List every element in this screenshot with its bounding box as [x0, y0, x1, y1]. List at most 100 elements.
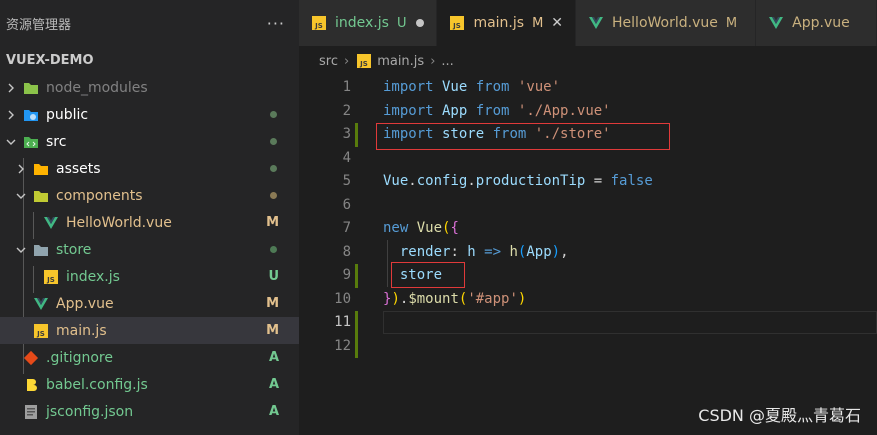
code-token: '#app': [467, 290, 518, 307]
js-file-icon: JS: [311, 15, 327, 31]
line-number-gutter: 1 2 3 4 5 6 7 8 9 10 11 12: [299, 76, 351, 358]
tab-app-vue[interactable]: App.vue: [756, 0, 877, 46]
code-token: .: [408, 173, 417, 189]
code-token: {: [450, 220, 459, 236]
line-number: 4: [342, 149, 351, 166]
code-token: ): [391, 290, 400, 307]
babel-file-icon: [22, 377, 40, 393]
breadcrumb: src › JS main.js › ...: [299, 46, 877, 76]
tree-item-label: assets: [56, 160, 101, 177]
code-token: import: [383, 102, 434, 119]
tree-item-gitignore[interactable]: .gitignore A: [0, 344, 299, 371]
tree-item-jsconfig[interactable]: jsconfig.json A: [0, 398, 299, 425]
git-added-marker: [355, 264, 358, 288]
breadcrumb-symbols[interactable]: ...: [441, 54, 453, 69]
components-folder-icon: [32, 188, 50, 204]
line-number: 6: [342, 196, 351, 213]
code-line[interactable]: import App from './App.vue': [383, 100, 877, 124]
tab-main-js[interactable]: JS main.js M ✕: [437, 0, 577, 46]
line-number: 5: [342, 173, 351, 189]
code-token: $mount: [408, 290, 459, 307]
tree-item-label: .gitignore: [46, 349, 113, 366]
code-token: =>: [484, 243, 502, 260]
code-token: './App.vue': [517, 102, 611, 119]
tab-helloworld-vue[interactable]: HelloWorld.vue M: [576, 0, 757, 46]
git-file-icon: [22, 350, 40, 366]
code-line[interactable]: import Vue from 'vue': [383, 76, 877, 100]
explorer-title: 资源管理器: [6, 17, 72, 33]
tab-index-js[interactable]: JS index.js U: [299, 0, 438, 46]
tree-item-src[interactable]: src: [0, 128, 299, 155]
chevron-down-icon: [14, 189, 28, 203]
breadcrumb-file[interactable]: main.js: [377, 54, 424, 69]
tree-item-main-js[interactable]: JS main.js M: [0, 317, 299, 344]
code-token: render: [383, 243, 451, 260]
code-lines[interactable]: import Vue from 'vue' import App from './…: [383, 76, 877, 358]
changes-dot-icon: [270, 138, 277, 145]
git-added-marker: [355, 123, 358, 147]
code-line[interactable]: [383, 311, 877, 335]
tree-item-label: jsconfig.json: [46, 403, 134, 420]
project-root[interactable]: VUEX-DEMO: [0, 46, 299, 74]
chevron-right-icon: ›: [430, 53, 436, 69]
tree-item-node-modules[interactable]: node_modules: [0, 74, 299, 101]
tree-item-components[interactable]: components: [0, 182, 299, 209]
code-token: h: [509, 243, 518, 260]
tree-item-app-vue[interactable]: App.vue M: [0, 290, 299, 317]
chevron-down-icon: [14, 243, 28, 257]
tree-item-public[interactable]: public: [0, 101, 299, 128]
vue-file-icon: [42, 215, 60, 231]
tree-item-label: public: [46, 106, 89, 123]
js-file-icon: JS: [42, 269, 60, 285]
code-line[interactable]: [383, 194, 877, 218]
code-token: productionTip: [475, 173, 586, 189]
code-line[interactable]: [383, 147, 877, 171]
breadcrumb-folder[interactable]: src: [319, 54, 338, 69]
src-folder-icon: [22, 134, 40, 150]
tree-item-assets[interactable]: assets: [0, 155, 299, 182]
tree-item-index-js[interactable]: JS index.js U: [0, 263, 299, 290]
js-file-icon: JS: [355, 53, 373, 69]
vue-file-icon: [32, 296, 50, 312]
tab-label: main.js: [473, 15, 525, 31]
code-token: =: [585, 173, 611, 189]
code-line[interactable]: render: h => h(App),: [383, 241, 877, 265]
code-token: from: [475, 102, 510, 119]
code-line[interactable]: }).$mount('#app'): [383, 288, 877, 312]
tree-item-helloworld-vue[interactable]: HelloWorld.vue M: [0, 209, 299, 236]
tree-item-label: node_modules: [46, 79, 148, 96]
code-line[interactable]: [383, 335, 877, 359]
line-number: 10: [334, 290, 351, 307]
tree-item-label: App.vue: [56, 295, 114, 312]
code-token: App: [433, 102, 476, 119]
public-folder-icon: [22, 107, 40, 123]
js-file-icon: JS: [32, 323, 50, 339]
watermark: CSDN @夏殿灬青葛石: [698, 406, 861, 425]
vue-file-icon: [768, 15, 784, 31]
annotation-box-import-store: [376, 123, 670, 150]
code-token: from: [475, 79, 510, 95]
close-icon[interactable]: ✕: [551, 15, 563, 31]
chevron-right-icon: ›: [343, 53, 350, 69]
code-token: :: [450, 243, 468, 260]
tree-item-store[interactable]: store: [0, 236, 299, 263]
code-token: App: [526, 243, 552, 260]
code-editor[interactable]: 1 2 3 4 5 6 7 8 9 10 11 12 import Vue from 'vue' imp…: [299, 76, 877, 435]
more-actions-icon[interactable]: ···: [267, 14, 285, 33]
changes-dot-icon: [270, 246, 277, 253]
unsaved-dot-icon[interactable]: [416, 19, 425, 27]
editor-tab-bar: JS index.js U JS main.js M ✕ HelloWorld.…: [299, 0, 877, 46]
code-line[interactable]: Vue.config.productionTip = false: [383, 170, 877, 194]
code-line[interactable]: new Vue({: [383, 217, 877, 241]
tree-item-label: store: [56, 241, 92, 258]
tab-git-status: M: [532, 15, 544, 31]
code-token: import: [383, 79, 434, 95]
tree-item-label: HelloWorld.vue: [66, 214, 172, 231]
code-token: h: [467, 243, 476, 260]
changes-dot-icon: [270, 165, 277, 172]
tree-item-babel-config[interactable]: babel.config.js A: [0, 371, 299, 398]
git-status-badge: A: [268, 404, 279, 419]
